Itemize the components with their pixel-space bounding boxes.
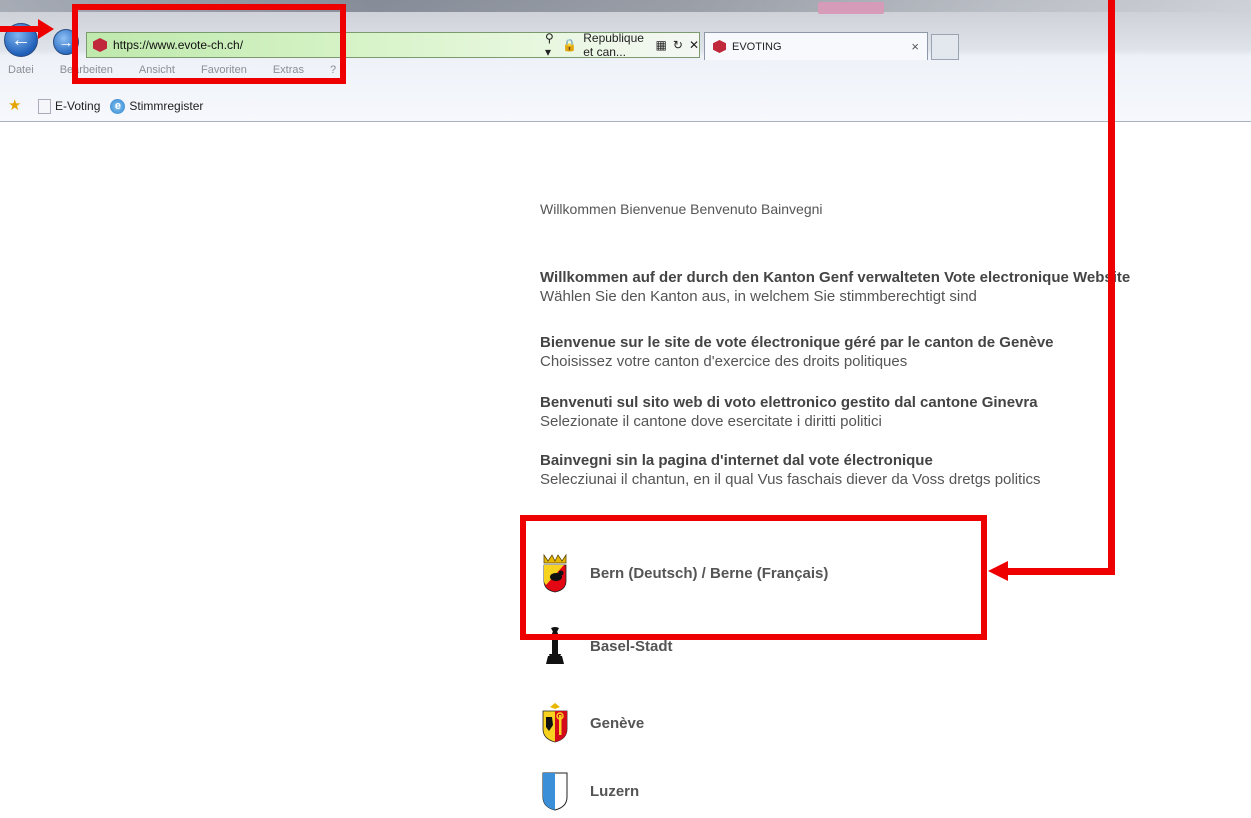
message-de: Willkommen auf der durch den Kanton Genf… xyxy=(540,268,1130,306)
message-subtitle: Wählen Sie den Kanton aus, in welchem Si… xyxy=(540,288,977,305)
site-favicon-icon xyxy=(93,38,107,52)
message-subtitle: Choisissez votre canton d'exercice des d… xyxy=(540,353,908,370)
annotation-line-vertical xyxy=(1108,0,1115,575)
arrow-right-icon: → xyxy=(58,33,74,51)
stop-icon[interactable]: ✕ xyxy=(689,38,699,52)
favorites-star-icon[interactable]: ★ xyxy=(8,98,24,114)
message-subtitle: Selezionate il cantone dove esercitate i… xyxy=(540,413,882,430)
canton-label[interactable]: Genève xyxy=(590,715,644,732)
close-icon[interactable]: × xyxy=(911,39,919,54)
tab-evoting[interactable]: EVOTING × xyxy=(704,32,928,60)
welcome-heading: Willkommen Bienvenue Benvenuto Bainvegni xyxy=(540,201,823,217)
annotation-line-horizontal xyxy=(1006,568,1115,575)
ie-icon: e xyxy=(110,98,126,114)
canton-label[interactable]: Basel-Stadt xyxy=(590,638,673,655)
menu-ansicht[interactable]: Ansicht xyxy=(139,64,175,84)
lock-icon[interactable]: 🔒 xyxy=(562,38,577,52)
annotation-arrow-head-left xyxy=(38,19,54,39)
menu-extras[interactable]: Extras xyxy=(273,64,304,84)
basel-crest-icon xyxy=(546,627,564,664)
url-text[interactable]: https://www.evote-ch.ch/ xyxy=(113,38,243,52)
menu-help[interactable]: ? xyxy=(330,64,336,84)
page-content: Willkommen Bienvenue Benvenuto Bainvegni… xyxy=(0,123,1251,818)
favorites-bar: ★ E-Voting e Stimmregister xyxy=(8,96,203,116)
favorite-evoting[interactable]: E-Voting xyxy=(55,99,100,113)
canton-link-geneve[interactable]: Genève xyxy=(540,703,644,743)
canton-link-bern[interactable]: Bern (Deutsch) / Berne (Français) xyxy=(540,553,828,593)
luzern-crest-icon xyxy=(542,772,568,811)
menu-bearbeiten[interactable]: Bearbeiten xyxy=(60,64,113,84)
site-identity[interactable]: Republique et can... xyxy=(583,31,649,59)
search-icon[interactable]: ⚲ ▾ xyxy=(545,31,556,59)
message-it: Benvenuti sul sito web di voto elettroni… xyxy=(540,393,1038,431)
browser-chrome: ← → https://www.evote-ch.ch/ ⚲ ▾ 🔒 Repub… xyxy=(0,0,1251,122)
menu-favoriten[interactable]: Favoriten xyxy=(201,64,247,84)
message-title: Bienvenue sur le site de vote électroniq… xyxy=(540,334,1054,351)
canton-link-basel-stadt[interactable]: Basel-Stadt xyxy=(540,626,673,666)
new-tab-button[interactable] xyxy=(931,34,959,60)
message-title: Benvenuti sul sito web di voto elettroni… xyxy=(540,394,1038,411)
geneve-crest-icon xyxy=(542,703,568,743)
annotation-arrow-head-right xyxy=(988,561,1008,581)
refresh-icon[interactable]: ↻ xyxy=(673,38,683,52)
title-strip-highlight xyxy=(818,2,884,14)
canton-label[interactable]: Luzern xyxy=(590,783,639,800)
address-bar[interactable]: https://www.evote-ch.ch/ ⚲ ▾ 🔒 Republiqu… xyxy=(86,31,700,59)
bern-crest-icon xyxy=(543,553,567,593)
compat-view-icon[interactable]: ▦ xyxy=(656,38,667,52)
message-fr: Bienvenue sur le site de vote électroniq… xyxy=(540,333,1054,371)
favorite-stimmregister[interactable]: Stimmregister xyxy=(129,99,203,113)
canton-label[interactable]: Bern (Deutsch) / Berne (Français) xyxy=(590,565,828,582)
window-title-strip xyxy=(0,0,1251,14)
message-rm: Bainvegni sin la pagina d'internet dal v… xyxy=(540,451,1041,489)
forward-button[interactable]: → xyxy=(53,29,79,55)
page-icon xyxy=(38,98,51,114)
message-subtitle: Selecziunai il chantun, en il qual Vus f… xyxy=(540,471,1041,488)
message-title: Bainvegni sin la pagina d'internet dal v… xyxy=(540,452,933,469)
tab-title: EVOTING xyxy=(732,40,782,53)
tab-favicon-icon xyxy=(713,40,726,53)
address-bar-tools: ⚲ ▾ 🔒 Republique et can... ▦ ↻ ✕ xyxy=(545,31,699,59)
menu-bar: Datei Bearbeiten Ansicht Favoriten Extra… xyxy=(0,64,362,84)
message-title: Willkommen auf der durch den Kanton Genf… xyxy=(540,269,1131,286)
menu-datei[interactable]: Datei xyxy=(8,64,34,84)
canton-link-luzern[interactable]: Luzern xyxy=(540,771,639,811)
